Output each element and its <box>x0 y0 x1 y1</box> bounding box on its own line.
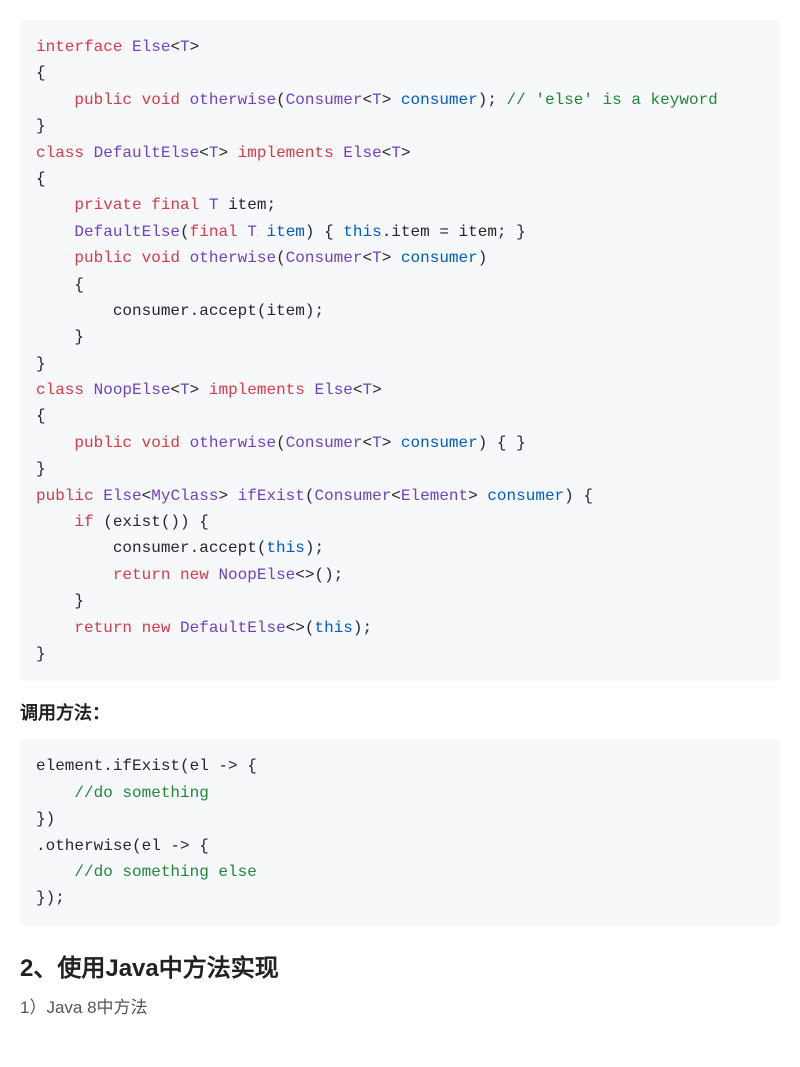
comment: // 'else' is a keyword <box>507 91 718 109</box>
type-else: Else <box>132 38 170 56</box>
comment: //do something else <box>74 863 256 881</box>
heading-usage: 调用方法： <box>20 699 780 725</box>
comment: //do something <box>74 784 208 802</box>
subsection-1: 1）Java 8中方法 <box>20 993 780 1018</box>
kw-interface: interface <box>36 38 122 56</box>
code-block-1: interface Else<T> { public void otherwis… <box>20 20 780 681</box>
code-block-2: element.ifExist(el -> { //do something }… <box>20 739 780 925</box>
section-heading-2: 2、使用Java中方法实现 <box>20 948 780 983</box>
